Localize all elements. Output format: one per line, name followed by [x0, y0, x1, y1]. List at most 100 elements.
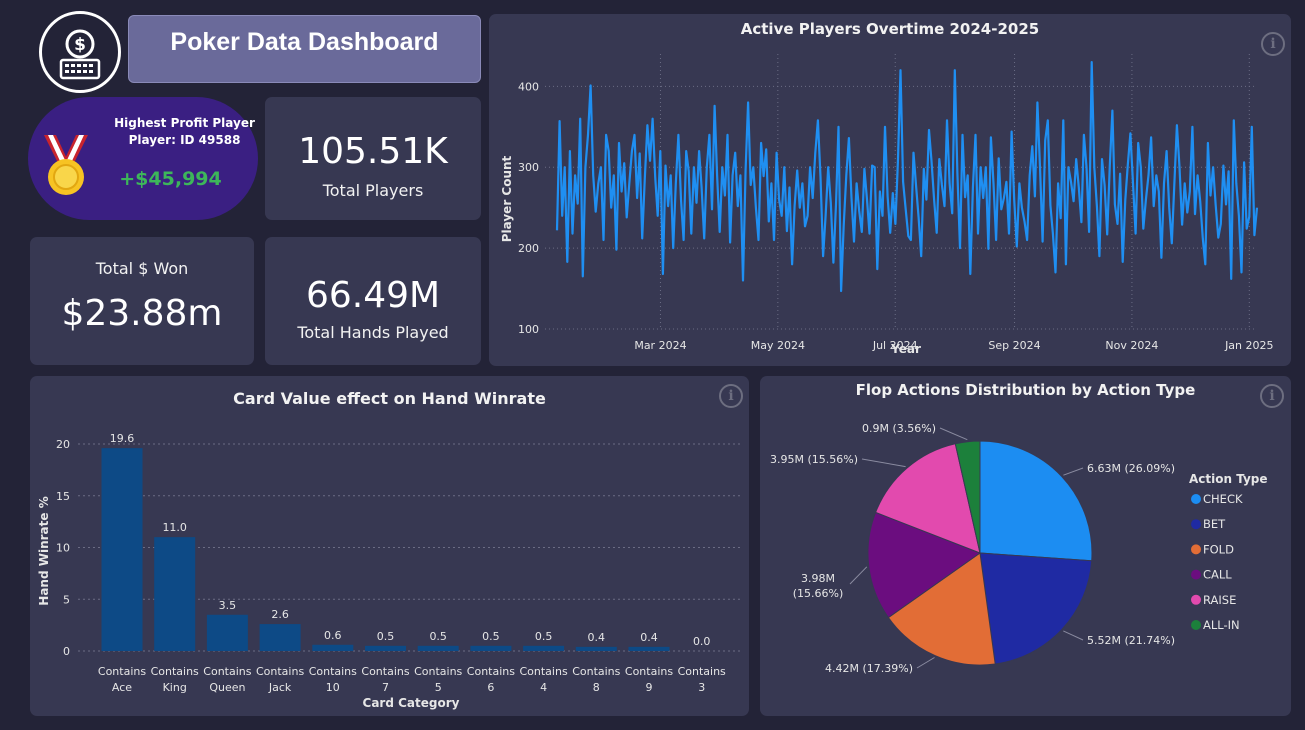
- slice-label: 5.52M (21.74%): [1087, 634, 1175, 647]
- bar: [575, 646, 617, 651]
- x-tick-label: Contains: [203, 665, 251, 678]
- legend-swatch: [1191, 494, 1201, 504]
- x-tick-label: 6: [487, 681, 494, 694]
- x-tick-label: 7: [382, 681, 389, 694]
- legend-title: Action Type: [1189, 472, 1268, 486]
- y-axis-label: Player Count: [500, 155, 514, 242]
- data-label: 3.5: [219, 599, 237, 612]
- logo: $: [39, 11, 121, 93]
- bar: [417, 645, 459, 651]
- data-label: 0.5: [482, 630, 500, 643]
- x-tick-label: May 2024: [751, 339, 805, 352]
- y-tick-label: 15: [56, 490, 70, 503]
- total-won-label: Total $ Won: [95, 259, 189, 278]
- x-tick-label: 8: [593, 681, 600, 694]
- leader-line: [1063, 630, 1084, 641]
- top-player-id: Player: ID 49588: [128, 133, 241, 147]
- x-tick-label: Ace: [112, 681, 132, 694]
- data-label: 0.4: [588, 631, 606, 644]
- total-hands-card: 66.49M Total Hands Played: [265, 237, 481, 365]
- x-tick-label: Contains: [151, 665, 199, 678]
- x-tick-label: Contains: [572, 665, 620, 678]
- x-tick-label: 3: [698, 681, 705, 694]
- data-label: 0.6: [324, 629, 342, 642]
- data-label: 0.0: [693, 635, 711, 648]
- bar: [470, 645, 512, 651]
- data-label: 2.6: [271, 608, 289, 621]
- data-label: 0.5: [429, 630, 447, 643]
- x-axis-label: Card Category: [363, 696, 460, 710]
- y-tick-label: 5: [63, 593, 70, 606]
- x-tick-label: Contains: [361, 665, 409, 678]
- legend-item: RAISE: [1203, 593, 1236, 607]
- y-tick-label: 10: [56, 542, 70, 555]
- x-tick-label: Nov 2024: [1105, 339, 1158, 352]
- bar: [259, 624, 301, 651]
- total-won-card: Total $ Won $23.88m: [30, 237, 254, 365]
- data-label: 19.6: [110, 432, 135, 445]
- legend-swatch: [1191, 544, 1201, 555]
- y-tick-label: 100: [518, 323, 539, 336]
- x-tick-label: Mar 2024: [634, 339, 686, 352]
- line-chart: 100200300400Mar 2024 May 2024 Jul 2024 Sep …: [500, 54, 1274, 356]
- bar-chart: 0 5 10 15 20 19.6 Contains Ace 11.0 Contains King 3…: [37, 432, 742, 710]
- total-hands-value: 66.49M: [305, 275, 441, 316]
- x-tick-label: 9: [646, 681, 653, 694]
- leader-line: [849, 566, 868, 585]
- leader-line: [861, 458, 906, 468]
- total-players-label: Total Players: [322, 181, 424, 200]
- flop-actions-chart-card: Flop Actions Distribution by Action Type…: [760, 376, 1291, 716]
- data-label: 0.4: [640, 631, 658, 644]
- x-axis-label: Year: [890, 342, 921, 356]
- leader-line: [916, 657, 935, 669]
- x-tick-label: Contains: [678, 665, 726, 678]
- data-label: 0.5: [535, 630, 553, 643]
- x-tick-label: Jack: [268, 681, 292, 694]
- leader-line: [1063, 467, 1084, 476]
- legend-swatch: [1191, 569, 1201, 580]
- x-tick-label: 4: [540, 681, 547, 694]
- total-players-value: 105.51K: [298, 131, 448, 172]
- bar: [154, 537, 196, 651]
- y-tick-label: 400: [518, 80, 539, 93]
- pie-slice: [979, 440, 1093, 562]
- leader-line: [939, 427, 968, 441]
- page-title: Poker Data Dashboard: [170, 28, 439, 56]
- pie-chart: 6.63M (26.09%) 5.52M (21.74%) 4.42M (17.39…: [770, 422, 1268, 675]
- data-label: 0.5: [377, 630, 395, 643]
- pie-slice: [979, 552, 1093, 665]
- x-tick-label: King: [163, 681, 187, 694]
- y-tick-label: 0: [63, 645, 70, 658]
- legend-swatch: [1191, 594, 1201, 605]
- slice-label: 4.42M (17.39%): [825, 662, 913, 675]
- slice-label: 3.95M (15.56%): [770, 453, 858, 466]
- top-player-title: Highest Profit Player: [114, 116, 255, 130]
- bar: [523, 645, 565, 651]
- x-tick-label: Contains: [309, 665, 357, 678]
- bar: [628, 646, 670, 651]
- x-tick-label: Contains: [414, 665, 462, 678]
- legend-item: BET: [1203, 517, 1226, 531]
- y-tick-label: 200: [518, 242, 539, 255]
- slice-label: 6.63M (26.09%): [1087, 462, 1175, 475]
- x-tick-label: Contains: [98, 665, 146, 678]
- legend-item: FOLD: [1203, 542, 1234, 556]
- legend-item: CHECK: [1203, 492, 1243, 506]
- legend-swatch: [1191, 519, 1201, 530]
- y-axis-label: Hand Winrate %: [37, 496, 51, 605]
- bar: [206, 614, 248, 651]
- y-tick-label: 300: [518, 161, 539, 174]
- svg-text:$: $: [74, 35, 86, 55]
- active-players-chart-card: Active Players Overtime 2024-2025 i 100 2…: [489, 14, 1291, 366]
- total-hands-label: Total Hands Played: [297, 323, 449, 342]
- bar: [101, 448, 143, 651]
- x-tick-label: Queen: [209, 681, 245, 694]
- data-label: 11.0: [162, 521, 187, 534]
- legend-swatch: [1191, 620, 1201, 630]
- series-line: [555, 60, 1259, 293]
- highest-profit-player-card: Highest Profit Player Player: ID 49588 +…: [28, 97, 258, 220]
- y-tick-label: 20: [56, 438, 70, 451]
- x-tick-label: 5: [435, 681, 442, 694]
- x-tick-label: 10: [326, 681, 340, 694]
- legend-item: CALL: [1203, 568, 1232, 582]
